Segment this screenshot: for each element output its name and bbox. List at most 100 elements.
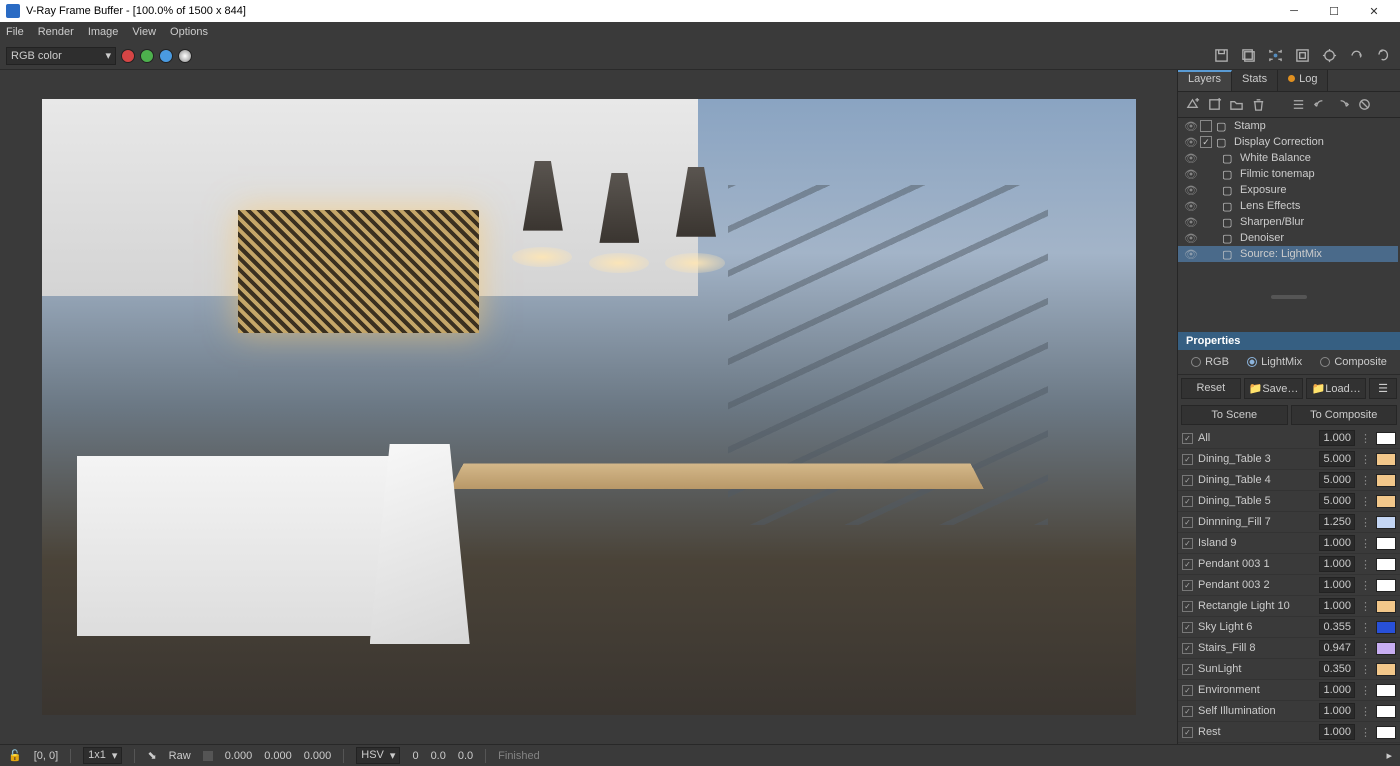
green-channel-button[interactable]: [140, 49, 154, 63]
zoom-dropdown[interactable]: 1x1▾: [83, 747, 122, 764]
light-multiplier[interactable]: 1.000: [1319, 724, 1355, 740]
menu-render[interactable]: Render: [38, 26, 74, 38]
layer-tree[interactable]: 👁▢Stamp👁▢Display Correction👁▢White Balan…: [1178, 118, 1400, 262]
track-mouse-icon[interactable]: [1291, 45, 1313, 67]
light-row[interactable]: Environment 1.000 ⋮: [1178, 680, 1400, 701]
reset-button[interactable]: Reset: [1181, 378, 1241, 399]
delete-layer-icon[interactable]: [1250, 97, 1266, 113]
blue-channel-button[interactable]: [159, 49, 173, 63]
light-row[interactable]: Dining_Table 5 5.000 ⋮: [1178, 491, 1400, 512]
light-checkbox[interactable]: [1182, 580, 1193, 591]
light-checkbox[interactable]: [1182, 559, 1193, 570]
light-checkbox[interactable]: [1182, 454, 1193, 465]
menu-file[interactable]: File: [6, 26, 24, 38]
light-checkbox[interactable]: [1182, 685, 1193, 696]
light-row[interactable]: Dinnning_Fill 7 1.250 ⋮: [1178, 512, 1400, 533]
light-row[interactable]: Self Illumination 1.000 ⋮: [1178, 701, 1400, 722]
load-button[interactable]: 📁Load…: [1306, 378, 1366, 399]
light-row[interactable]: SunLight 0.350 ⋮: [1178, 659, 1400, 680]
eye-icon[interactable]: 👁: [1184, 136, 1198, 149]
layer-row[interactable]: 👁▢Exposure: [1178, 182, 1398, 198]
red-channel-button[interactable]: [121, 49, 135, 63]
radio-lightmix[interactable]: LightMix: [1247, 356, 1302, 368]
eyedropper-icon[interactable]: ⬊: [147, 749, 156, 762]
menu-image[interactable]: Image: [88, 26, 119, 38]
light-row[interactable]: Dining_Table 4 5.000 ⋮: [1178, 470, 1400, 491]
light-multiplier[interactable]: 1.000: [1319, 577, 1355, 593]
region-render-icon[interactable]: [1264, 45, 1286, 67]
folder-icon[interactable]: [1228, 97, 1244, 113]
to-composite-button[interactable]: To Composite: [1291, 405, 1398, 425]
light-row[interactable]: All 1.000 ⋮: [1178, 428, 1400, 449]
minimize-button[interactable]: ─: [1274, 0, 1314, 22]
radio-rgb[interactable]: RGB: [1191, 356, 1229, 368]
options-button[interactable]: ☰: [1369, 378, 1397, 399]
layer-row[interactable]: 👁▢Source: LightMix: [1178, 246, 1398, 262]
eye-icon[interactable]: 👁: [1184, 184, 1198, 197]
stop-icon[interactable]: [1345, 45, 1367, 67]
light-multiplier[interactable]: 1.000: [1319, 682, 1355, 698]
light-checkbox[interactable]: [1182, 727, 1193, 738]
light-options-icon[interactable]: ⋮: [1360, 642, 1371, 655]
light-multiplier[interactable]: 0.947: [1319, 640, 1355, 656]
tab-stats[interactable]: Stats: [1232, 70, 1278, 91]
light-options-icon[interactable]: ⋮: [1360, 621, 1371, 634]
colormode-dropdown[interactable]: HSV▾: [356, 747, 400, 764]
eye-icon[interactable]: 👁: [1184, 216, 1198, 229]
menu-options[interactable]: Options: [170, 26, 208, 38]
light-row[interactable]: Rest 1.000 ⋮: [1178, 722, 1400, 743]
light-options-icon[interactable]: ⋮: [1360, 726, 1371, 739]
create-layer-icon[interactable]: [1184, 97, 1200, 113]
add-layer-icon[interactable]: [1206, 97, 1222, 113]
light-options-icon[interactable]: ⋮: [1360, 684, 1371, 697]
light-color-swatch[interactable]: [1376, 558, 1396, 571]
layer-checkbox[interactable]: [1200, 136, 1212, 148]
panel-splitter[interactable]: [1178, 262, 1400, 332]
light-multiplier[interactable]: 1.000: [1319, 430, 1355, 446]
light-options-icon[interactable]: ⋮: [1360, 474, 1371, 487]
layer-row[interactable]: 👁▢Sharpen/Blur: [1178, 214, 1398, 230]
light-color-swatch[interactable]: [1376, 537, 1396, 550]
menu-view[interactable]: View: [132, 26, 156, 38]
light-checkbox[interactable]: [1182, 496, 1193, 507]
light-multiplier[interactable]: 1.250: [1319, 514, 1355, 530]
light-color-swatch[interactable]: [1376, 621, 1396, 634]
light-checkbox[interactable]: [1182, 433, 1193, 444]
eye-icon[interactable]: 👁: [1184, 168, 1198, 181]
light-row[interactable]: Pendant 003 1 1.000 ⋮: [1178, 554, 1400, 575]
light-color-swatch[interactable]: [1376, 495, 1396, 508]
light-color-swatch[interactable]: [1376, 684, 1396, 697]
eye-icon[interactable]: 👁: [1184, 120, 1198, 133]
save-image-icon[interactable]: [1210, 45, 1232, 67]
light-row[interactable]: Stairs_Fill 8 0.947 ⋮: [1178, 638, 1400, 659]
light-options-icon[interactable]: ⋮: [1360, 600, 1371, 613]
light-options-icon[interactable]: ⋮: [1360, 453, 1371, 466]
light-options-icon[interactable]: ⋮: [1360, 495, 1371, 508]
light-multiplier[interactable]: 0.355: [1319, 619, 1355, 635]
light-row[interactable]: Dining_Table 3 5.000 ⋮: [1178, 449, 1400, 470]
light-checkbox[interactable]: [1182, 664, 1193, 675]
eye-icon[interactable]: 👁: [1184, 248, 1198, 261]
layer-row[interactable]: 👁▢Stamp: [1178, 118, 1398, 134]
layer-row[interactable]: 👁▢Filmic tonemap: [1178, 166, 1398, 182]
mono-channel-button[interactable]: [178, 49, 192, 63]
light-multiplier[interactable]: 5.000: [1319, 493, 1355, 509]
light-row[interactable]: Island 9 1.000 ⋮: [1178, 533, 1400, 554]
collapse-panel-icon[interactable]: ▸: [1386, 749, 1392, 762]
light-options-icon[interactable]: ⋮: [1360, 705, 1371, 718]
layer-checkbox[interactable]: [1200, 120, 1212, 132]
layer-row[interactable]: 👁▢Display Correction: [1178, 134, 1398, 150]
light-checkbox[interactable]: [1182, 475, 1193, 486]
layer-row[interactable]: 👁▢Lens Effects: [1178, 198, 1398, 214]
light-options-icon[interactable]: ⋮: [1360, 558, 1371, 571]
light-color-swatch[interactable]: [1376, 705, 1396, 718]
light-multiplier[interactable]: 1.000: [1319, 556, 1355, 572]
light-multiplier[interactable]: 5.000: [1319, 472, 1355, 488]
light-checkbox[interactable]: [1182, 517, 1193, 528]
light-color-swatch[interactable]: [1376, 642, 1396, 655]
light-checkbox[interactable]: [1182, 538, 1193, 549]
eye-icon[interactable]: 👁: [1184, 152, 1198, 165]
light-options-icon[interactable]: ⋮: [1360, 516, 1371, 529]
light-multiplier[interactable]: 0.350: [1319, 661, 1355, 677]
lock-icon[interactable]: 🔓: [8, 749, 22, 762]
